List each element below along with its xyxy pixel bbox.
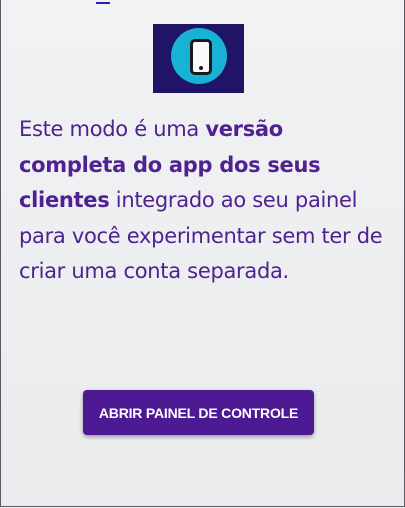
cropped-link-underline	[96, 0, 110, 4]
smartphone-icon	[190, 39, 212, 75]
phone-app-tile	[153, 24, 244, 93]
phone-icon-circle	[171, 28, 227, 84]
description-intro: Este modo é uma	[19, 117, 206, 141]
demo-mode-card: Este modo é uma versão completa do app d…	[0, 0, 405, 507]
open-dashboard-button[interactable]: ABRIR PAINEL DE CONTROLE	[83, 390, 314, 435]
mode-description: Este modo é uma versão completa do app d…	[19, 112, 391, 290]
